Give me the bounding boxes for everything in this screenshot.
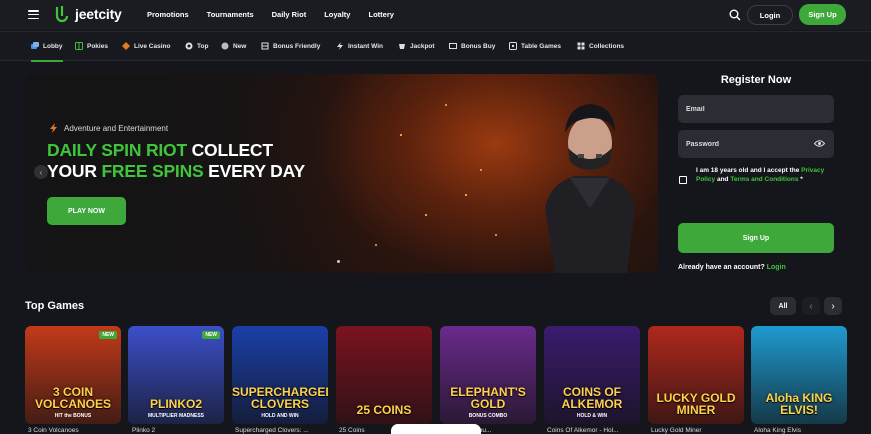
game-art-subtitle: MULTIPLIER MADNESS [147, 413, 205, 419]
game-card[interactable]: SUPERCHARGED CLOVERS HOLD AND WIN [232, 326, 328, 424]
lobby-icon [31, 42, 39, 49]
category-new[interactable]: New [221, 42, 246, 50]
game-card[interactable]: COINS OF ALKEMOR HOLD & WIN [544, 326, 640, 424]
nav-promotions[interactable]: Promotions [147, 10, 189, 19]
nav-daily-riot[interactable]: Daily Riot [272, 10, 307, 19]
game-name[interactable]: Supercharged Clovers: ... [235, 427, 309, 434]
banner-title: DAILY SPIN RIOT COLLECT YOUR FREE SPINS … [47, 140, 305, 181]
bonus-buy-icon [449, 43, 457, 49]
new-badge: NEW [202, 331, 220, 339]
terms-agreement-text: I am 18 years old and I accept the Priva… [696, 167, 825, 183]
top-games-title: Top Games [25, 300, 85, 312]
game-art-title: Aloha KING ELVIS! [765, 391, 833, 417]
category-bonus-friendly[interactable]: Bonus Friendly [261, 42, 320, 50]
game-name[interactable]: 25 Coins [339, 427, 365, 434]
table-games-icon [509, 42, 517, 50]
collections-icon [577, 42, 585, 50]
game-name[interactable]: Coins Of Alkemor - Hol... [547, 427, 619, 434]
game-name[interactable]: Aloha King Elvis [754, 427, 801, 434]
signup-button[interactable]: Sign Up [799, 4, 846, 25]
category-bonus-buy[interactable]: Bonus Buy [449, 42, 495, 50]
game-art-title: PLINKO2 [149, 397, 202, 411]
game-card[interactable]: 25 COINS [336, 326, 432, 424]
bonus-friendly-icon [261, 42, 269, 50]
age-terms-checkbox[interactable] [679, 176, 687, 184]
pokies-icon [75, 42, 83, 50]
games-prev-arrow[interactable]: ‹ [802, 297, 820, 315]
category-top[interactable]: Top [185, 42, 208, 50]
banner-prev-arrow[interactable]: ‹ [34, 165, 48, 179]
login-button[interactable]: Login [747, 5, 793, 25]
game-art-title: 25 COINS [356, 403, 412, 417]
category-jackpot[interactable]: Jackpot [398, 42, 435, 50]
nav-loyalty[interactable]: Loyalty [324, 10, 350, 19]
category-live-casino[interactable]: Live Casino [122, 42, 170, 50]
game-art-title: COINS OF ALKEMOR [561, 385, 623, 411]
game-card[interactable]: 3 COIN VOLCANOES HIT the BONUS NEW [25, 326, 121, 424]
game-art-subtitle: BONUS COMBO [468, 413, 508, 419]
top-icon [185, 42, 193, 50]
new-icon [221, 42, 229, 50]
category-instant-win[interactable]: Instant Win [336, 42, 383, 50]
new-badge: NEW [99, 331, 117, 339]
lightning-icon [50, 123, 57, 133]
game-art-subtitle: HIT the BONUS [54, 413, 92, 419]
game-name[interactable]: 3 Coin Volcanoes [28, 427, 79, 434]
instant-win-icon [337, 42, 343, 50]
logo-icon [55, 6, 69, 23]
game-art-title: LUCKY GOLD MINER [656, 391, 736, 417]
register-title: Register Now [720, 74, 792, 86]
menu-icon[interactable] [28, 10, 39, 20]
category-bar: Lobby Pokies Live Casino Top New Bonus F… [0, 31, 871, 62]
game-card[interactable]: PLINKO2 MULTIPLIER MADNESS NEW [128, 326, 224, 424]
banner-tag: Adventure and Entertainment [49, 123, 168, 133]
register-submit-button[interactable]: Sign Up [678, 223, 834, 253]
games-next-arrow[interactable]: › [824, 297, 842, 315]
show-password-eye-icon[interactable] [814, 139, 825, 148]
logo-text: jeetcity [75, 6, 122, 22]
game-name[interactable]: Lucky Gold Miner [651, 427, 702, 434]
terms-link[interactable]: Terms and Conditions [730, 176, 798, 183]
main-nav: Promotions Tournaments Daily Riot Loyalt… [147, 10, 412, 19]
top-header: jeetcity Promotions Tournaments Daily Ri… [0, 0, 871, 30]
category-table-games[interactable]: Table Games [509, 42, 561, 50]
play-now-button[interactable]: PLAY NOW [47, 197, 126, 225]
hero-banner[interactable]: Adventure and Entertainment DAILY SPIN R… [25, 74, 658, 273]
category-pokies[interactable]: Pokies [75, 42, 108, 50]
jackpot-icon [399, 44, 405, 49]
banner-pagination-dot[interactable] [337, 260, 340, 263]
email-field[interactable] [678, 95, 834, 123]
password-field[interactable] [678, 130, 834, 158]
game-art-title: SUPERCHARGED CLOVERS [232, 385, 328, 411]
game-art-title: 3 COIN VOLCANOES [34, 385, 111, 411]
nav-lottery[interactable]: Lottery [368, 10, 393, 19]
hero-character-image [545, 104, 635, 273]
search-icon[interactable] [729, 9, 741, 21]
category-lobby[interactable]: Lobby [31, 42, 63, 62]
game-art-subtitle: HOLD AND WIN [261, 413, 299, 419]
game-art-subtitle: HOLD & WIN [576, 413, 608, 419]
live-casino-icon [122, 42, 130, 50]
game-card[interactable]: LUCKY GOLD MINER [648, 326, 744, 424]
game-card[interactable]: Aloha KING ELVIS! [751, 326, 847, 424]
view-all-button[interactable]: All [770, 297, 796, 315]
game-name[interactable]: Plinko 2 [132, 427, 155, 434]
already-account-text: Already have an account? Login [678, 264, 786, 271]
game-art-title: ELEPHANT'S GOLD [450, 385, 526, 411]
bottom-overlay-bar [391, 424, 481, 434]
category-collections[interactable]: Collections [577, 42, 624, 50]
game-card[interactable]: ELEPHANT'S GOLD BONUS COMBO [440, 326, 536, 424]
login-link[interactable]: Login [767, 264, 786, 271]
site-logo[interactable]: jeetcity [54, 5, 122, 23]
nav-tournaments[interactable]: Tournaments [207, 10, 254, 19]
